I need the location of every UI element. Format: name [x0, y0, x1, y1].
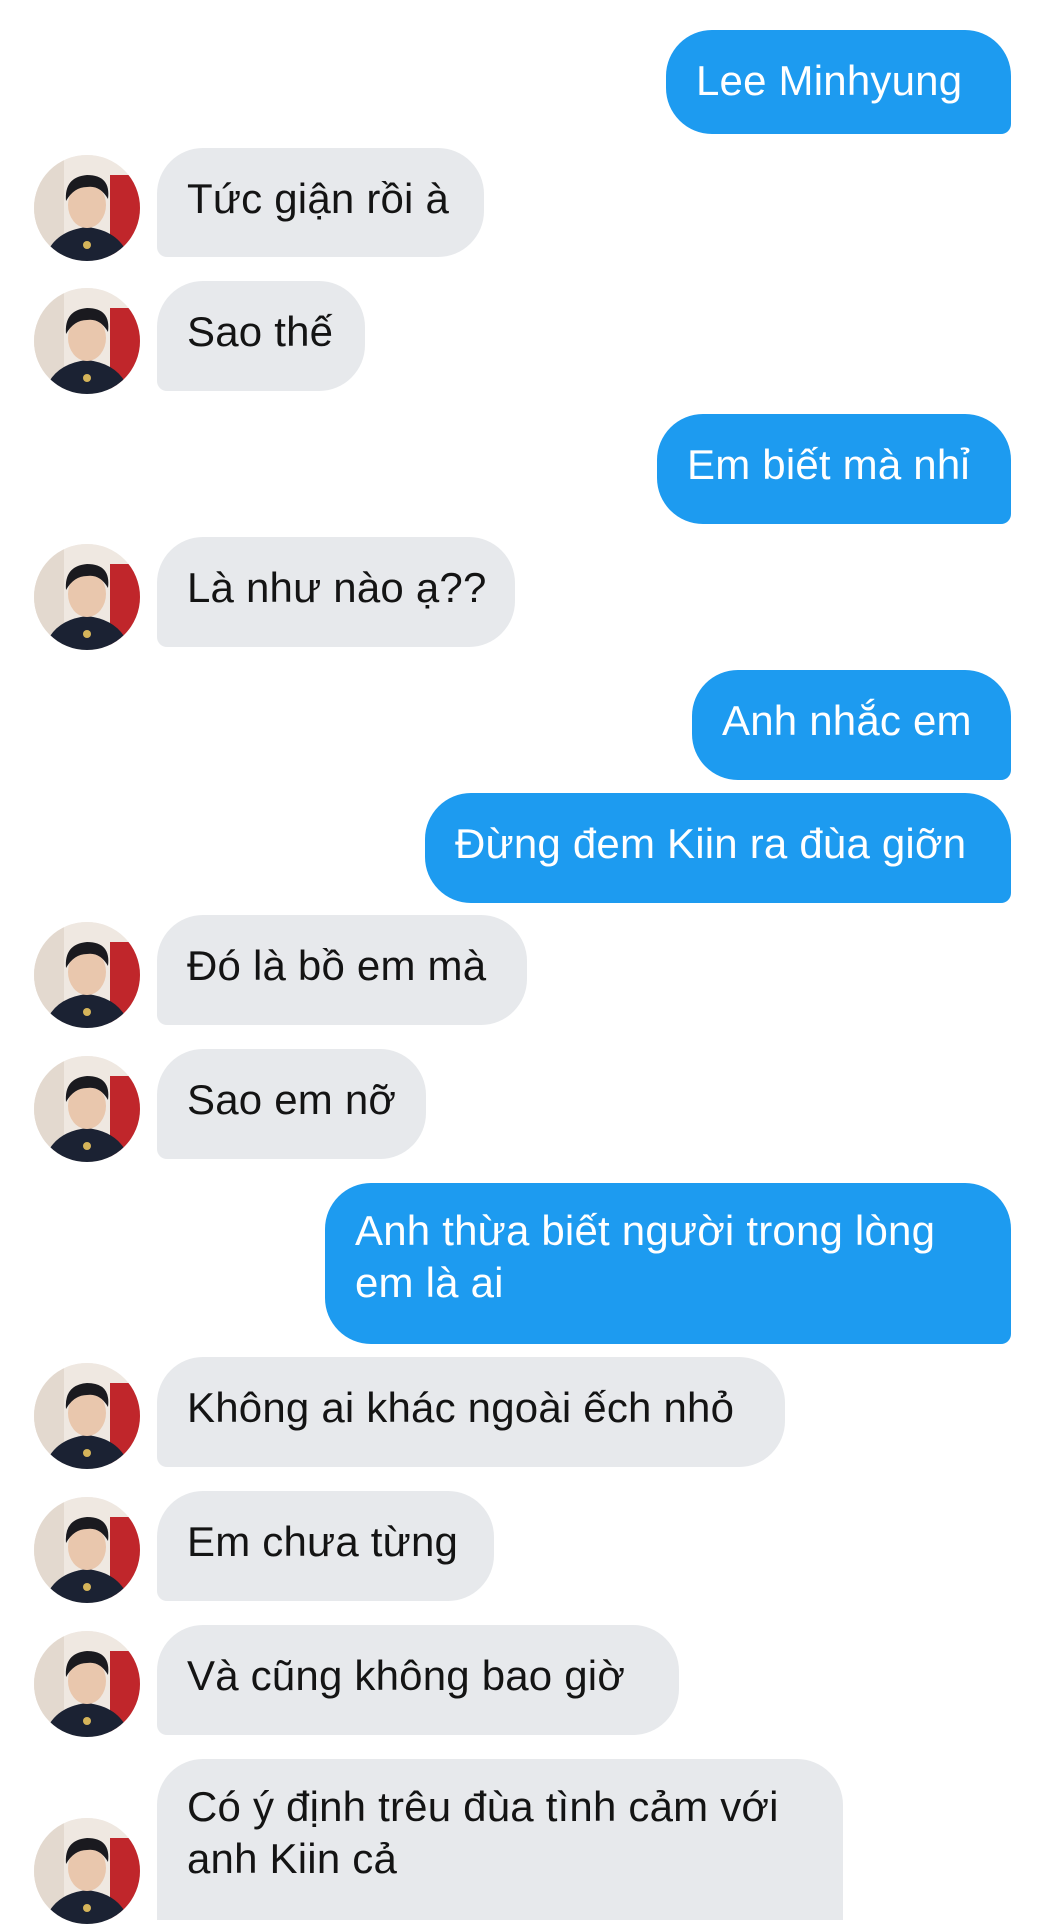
contact-avatar-icon[interactable]: [34, 155, 140, 261]
sent-message-bubble[interactable]: Em biết mà nhỉ: [657, 414, 1011, 524]
received-message-bubble[interactable]: Sao thế: [157, 281, 365, 391]
received-message-bubble[interactable]: Em chưa từng: [157, 1491, 494, 1601]
contact-avatar-icon[interactable]: [34, 1631, 140, 1737]
contact-avatar-icon[interactable]: [34, 544, 140, 650]
received-message-bubble[interactable]: Và cũng không bao giờ: [157, 1625, 679, 1735]
contact-avatar-icon[interactable]: [34, 922, 140, 1028]
contact-avatar-icon[interactable]: [34, 1363, 140, 1469]
contact-avatar-icon[interactable]: [34, 1818, 140, 1924]
received-message-bubble[interactable]: Không ai khác ngoài ếch nhỏ: [157, 1357, 785, 1467]
received-message-bubble[interactable]: Là như nào ạ??: [157, 537, 515, 647]
received-message-bubble[interactable]: Sao em nỡ: [157, 1049, 426, 1159]
received-message-bubble[interactable]: Có ý định trêu đùa tình cảm với anh Kiin…: [157, 1759, 843, 1920]
message-thread: Lee Minhyung Tức giận rồi à Sao thế Em b…: [0, 0, 1047, 1924]
sent-message-bubble[interactable]: Lee Minhyung: [666, 30, 1011, 134]
sent-message-bubble[interactable]: Anh thừa biết người trong lòng em là ai: [325, 1183, 1011, 1344]
contact-avatar-icon[interactable]: [34, 1497, 140, 1603]
sent-message-bubble[interactable]: Anh nhắc em: [692, 670, 1011, 780]
sent-message-bubble[interactable]: Đừng đem Kiin ra đùa giỡn: [425, 793, 1011, 903]
contact-avatar-icon[interactable]: [34, 288, 140, 394]
received-message-bubble[interactable]: Tức giận rồi à: [157, 148, 484, 257]
received-message-bubble[interactable]: Đó là bồ em mà: [157, 915, 527, 1025]
contact-avatar-icon[interactable]: [34, 1056, 140, 1162]
